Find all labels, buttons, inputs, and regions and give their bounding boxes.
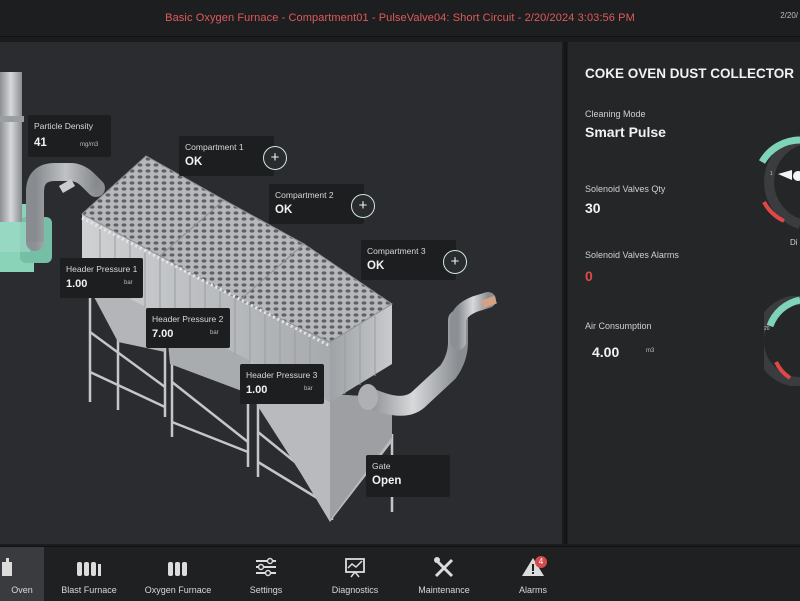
air-consumption-gauge: 20: [764, 296, 800, 386]
nav-label-oxygen-furnace: Oxygen Furnace: [144, 585, 212, 595]
solenoid-qty-label: Solenoid Valves Qty: [585, 184, 666, 194]
header-pressure-2-label: Header Pressure 2: [152, 314, 224, 324]
bottom-navigation-bar: Oven Blast Furnace Oxygen Furnace Settin…: [0, 546, 800, 601]
header-pressure-1-tag: Header Pressure 1 1.00 bar: [60, 258, 143, 298]
panel-divider: [564, 42, 567, 544]
nav-label-blast-furnace: Blast Furnace: [61, 585, 117, 595]
nav-item-settings[interactable]: Settings: [232, 547, 300, 601]
alarm-count-badge: 4: [535, 556, 547, 568]
collector-title: COKE OVEN DUST COLLECTOR: [585, 66, 795, 81]
nav-label-maintenance: Maintenance: [418, 585, 470, 595]
compartment-2-label: Compartment 2: [275, 190, 334, 200]
compartment-3-label: Compartment 3: [367, 246, 426, 256]
diagnostics-icon: [345, 558, 365, 578]
cleaning-mode-label: Cleaning Mode: [585, 109, 646, 119]
alarm-banner[interactable]: Basic Oxygen Furnace - Compartment01 - P…: [0, 0, 800, 37]
particle-density-value: 41: [34, 137, 47, 149]
cleaning-mode-value: Smart Pulse: [585, 124, 666, 140]
solenoid-alarms-value: 0: [585, 268, 593, 284]
header-pressure-3-tag: Header Pressure 3 1.00 bar: [240, 364, 324, 404]
differential-pressure-gauge: 1: [758, 135, 800, 229]
particle-density-tag: Particle Density 41 mg/m3: [28, 115, 111, 157]
header-pressure-3-value: 1.00: [246, 384, 268, 396]
maintenance-tools-icon: [434, 557, 454, 578]
collector-summary-panel: COKE OVEN DUST COLLECTOR Cleaning Mode S…: [568, 42, 800, 544]
compartment-2-status: OK: [275, 204, 293, 216]
compartment-1-expand-button[interactable]: +: [263, 146, 287, 170]
compartment-1-status: OK: [185, 156, 203, 168]
compartment-2-tag: Compartment 2 OK: [269, 184, 364, 224]
gauge-2-tick: 20: [764, 326, 770, 332]
gauge-1-tick: 1: [770, 171, 773, 177]
nav-item-oven[interactable]: Oven: [0, 547, 44, 601]
header-pressure-1-value: 1.00: [66, 278, 88, 290]
air-consumption-unit: m3: [646, 348, 655, 354]
particle-density-label: Particle Density: [34, 121, 94, 131]
nav-item-maintenance[interactable]: Maintenance: [404, 547, 484, 601]
settings-sliders-icon: [256, 557, 276, 577]
plus-icon: +: [270, 149, 280, 166]
plus-icon: +: [358, 197, 368, 214]
header-pressure-2-tag: Header Pressure 2 7.00 bar: [146, 308, 230, 348]
header-pressure-3-label: Header Pressure 3: [246, 370, 318, 380]
gate-label: Gate: [372, 461, 391, 471]
header-date: 2/20/: [780, 11, 798, 20]
compartment-3-expand-button[interactable]: +: [443, 250, 467, 274]
nav-label-alarms: Alarms: [518, 585, 547, 595]
solenoid-qty-value: 30: [585, 200, 601, 216]
nav-label-settings: Settings: [249, 585, 283, 595]
compartment-3-status: OK: [367, 260, 385, 272]
air-consumption-label: Air Consumption: [585, 321, 652, 331]
oxygen-furnace-icon: [168, 562, 187, 576]
compartment-3-tag: Compartment 3 OK: [361, 240, 456, 280]
gate-tag: Gate Open: [366, 455, 450, 497]
nav-item-oxygen-furnace[interactable]: Oxygen Furnace: [138, 547, 218, 601]
header-pressure-3-unit: bar: [304, 386, 313, 392]
header-pressure-1-unit: bar: [124, 280, 133, 286]
compartment-2-expand-button[interactable]: +: [351, 194, 375, 218]
gauge-1-caption: Di: [790, 238, 798, 247]
solenoid-alarms-label: Solenoid Valves Alarms: [585, 250, 679, 260]
compartment-1-tag: Compartment 1 OK: [179, 136, 274, 176]
nav-label-diagnostics: Diagnostics: [331, 585, 379, 595]
blast-furnace-icon: [77, 562, 101, 576]
gate-status: Open: [372, 475, 402, 487]
header-pressure-2-value: 7.00: [152, 328, 174, 340]
alarm-warning-icon: [522, 558, 544, 576]
nav-item-diagnostics[interactable]: Diagnostics: [318, 547, 392, 601]
header-pressure-2-unit: bar: [210, 330, 219, 336]
air-consumption-value: 4.00: [592, 344, 620, 360]
nav-item-blast-furnace[interactable]: Blast Furnace: [50, 547, 128, 601]
plus-icon: +: [450, 253, 460, 270]
coke-oven-icon: [2, 558, 12, 576]
header-pressure-1-label: Header Pressure 1: [66, 264, 138, 274]
compartment-1-label: Compartment 1: [185, 142, 244, 152]
particle-density-unit: mg/m3: [80, 142, 99, 148]
nav-label-oven: Oven: [11, 585, 33, 595]
nav-item-alarms[interactable]: 4 Alarms: [500, 547, 566, 601]
active-alarm-message[interactable]: Basic Oxygen Furnace - Compartment01 - P…: [0, 12, 800, 24]
